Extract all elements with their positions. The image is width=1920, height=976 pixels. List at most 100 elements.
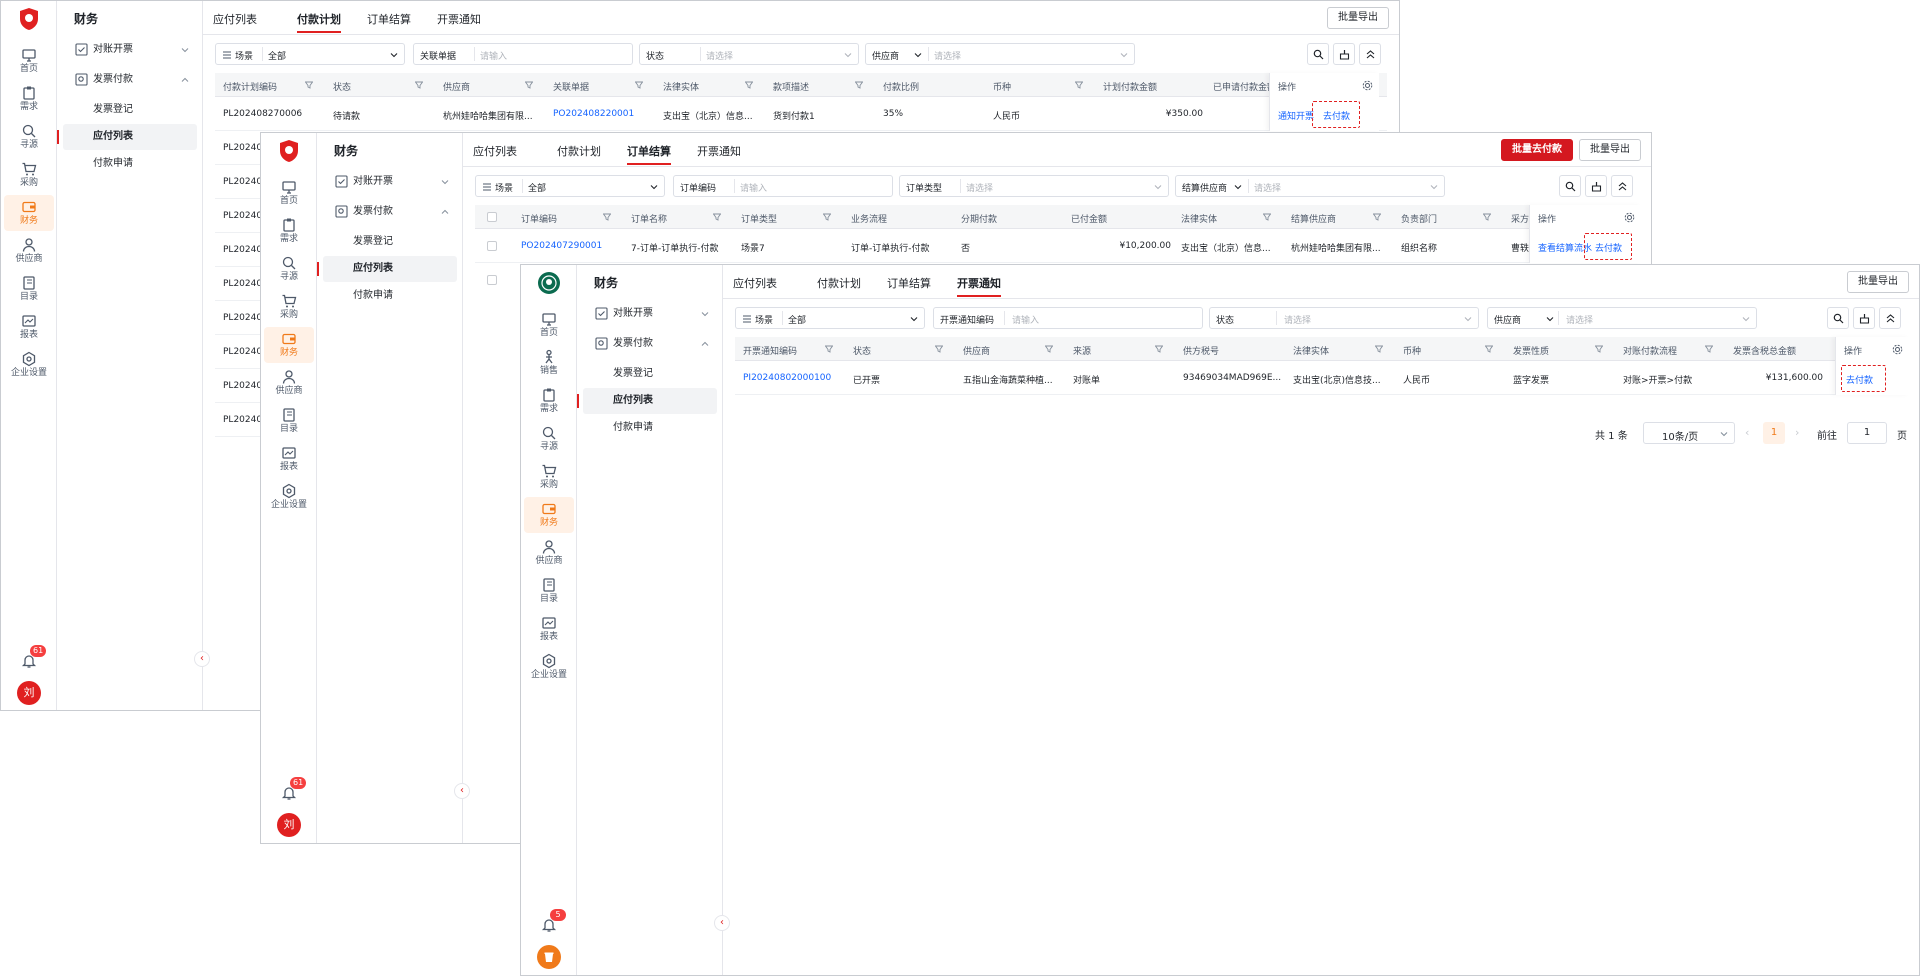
goto-page-input[interactable]: 1	[1847, 422, 1887, 444]
nav-catalog[interactable]: 目录	[4, 271, 54, 307]
notify-invoice-link[interactable]: 通知开票	[1278, 109, 1314, 122]
filter-icon[interactable]	[415, 81, 423, 89]
clear-button[interactable]	[1853, 307, 1875, 329]
filter-icon[interactable]	[745, 81, 753, 89]
filter-icon[interactable]	[1705, 345, 1713, 353]
filter-icon[interactable]	[1263, 213, 1271, 221]
nav-report[interactable]: 报表	[264, 441, 314, 477]
supplier-select[interactable]: 供应商 请选择	[1487, 307, 1757, 329]
menu-group-reconcile[interactable]: 对账开票	[583, 301, 717, 327]
menu-item-payment-request[interactable]: 付款申请	[323, 283, 457, 309]
page-size-select[interactable]: 10条/页	[1643, 422, 1735, 444]
tab-payment-plan[interactable]: 付款计划	[297, 11, 341, 33]
settlement-supplier-select[interactable]: 结算供应商 请选择	[1175, 175, 1445, 197]
nav-sales[interactable]: 销售	[524, 345, 574, 381]
tab-payable-list[interactable]: 应付列表	[733, 275, 777, 291]
menu-item-payment-request[interactable]: 付款申请	[583, 415, 717, 441]
tab-invoice-notice[interactable]: 开票通知	[437, 11, 481, 27]
nav-settings[interactable]: 企业设置	[4, 347, 54, 383]
filter-icon[interactable]	[1375, 345, 1383, 353]
order-code-link[interactable]: PO202407290001	[521, 241, 602, 251]
filter-icon[interactable]	[305, 81, 313, 89]
invoice-notice-code-input[interactable]: 开票通知编码 请输入	[933, 307, 1203, 329]
invoice-notice-code-link[interactable]: PI20240802000100	[743, 373, 831, 383]
nav-settings[interactable]: 企业设置	[524, 649, 574, 685]
avatar[interactable]: 刘	[17, 681, 41, 705]
tab-order-settlement[interactable]: 订单结算	[627, 143, 671, 165]
search-button[interactable]	[1559, 175, 1581, 197]
prev-page-button[interactable]: ‹	[1745, 426, 1749, 439]
table-row[interactable]: PO202407290001 7-订单-订单执行-付款 场景7 订单-订单执行-…	[475, 229, 1639, 263]
nav-sourcing[interactable]: 寻源	[4, 119, 54, 155]
filter-icon[interactable]	[603, 213, 611, 221]
nav-demand[interactable]: 需求	[524, 383, 574, 419]
avatar[interactable]	[537, 945, 561, 969]
avatar[interactable]: 刘	[277, 813, 301, 837]
nav-home[interactable]: 首页	[524, 307, 574, 343]
nav-demand[interactable]: 需求	[264, 213, 314, 249]
menu-group-invoice-payment[interactable]: 发票付款	[583, 331, 717, 357]
table-row[interactable]: PI20240802000100 已开票 五指山金海蔬菜种植... 对账单 93…	[735, 361, 1907, 395]
nav-demand[interactable]: 需求	[4, 81, 54, 117]
tab-order-settlement[interactable]: 订单结算	[887, 275, 931, 291]
batch-pay-button[interactable]: 批量去付款	[1501, 139, 1573, 161]
scene-select[interactable]: 场景 全部	[475, 175, 665, 197]
collapse-filter-button[interactable]	[1879, 307, 1901, 329]
filter-icon[interactable]	[1373, 213, 1381, 221]
clear-button[interactable]	[1333, 43, 1355, 65]
filter-icon[interactable]	[713, 213, 721, 221]
nav-supplier[interactable]: 供应商	[264, 365, 314, 401]
filter-icon[interactable]	[1155, 345, 1163, 353]
nav-catalog[interactable]: 目录	[524, 573, 574, 609]
clear-button[interactable]	[1585, 175, 1607, 197]
nav-catalog[interactable]: 目录	[264, 403, 314, 439]
nav-home[interactable]: 首页	[264, 175, 314, 211]
tab-payment-plan[interactable]: 付款计划	[557, 143, 601, 159]
page-number-current[interactable]: 1	[1763, 422, 1785, 444]
filter-icon[interactable]	[1595, 345, 1603, 353]
row-checkbox[interactable]	[487, 241, 497, 251]
status-select[interactable]: 状态 请选择	[1209, 307, 1479, 329]
nav-purchase[interactable]: 采购	[264, 289, 314, 325]
filter-icon[interactable]	[1485, 345, 1493, 353]
related-doc-input[interactable]: 关联单据 请输入	[413, 43, 633, 65]
menu-item-payable-list[interactable]: 应付列表	[317, 256, 457, 282]
menu-item-invoice-register[interactable]: 发票登记	[323, 229, 457, 255]
nav-home[interactable]: 首页	[4, 43, 54, 79]
select-all-checkbox[interactable]	[487, 212, 497, 222]
export-button[interactable]: 批量导出	[1847, 271, 1909, 293]
nav-finance[interactable]: 财务	[264, 327, 314, 363]
menu-group-reconcile[interactable]: 对账开票	[323, 169, 457, 195]
related-doc-link[interactable]: PO202408220001	[553, 109, 634, 119]
nav-sourcing[interactable]: 寻源	[264, 251, 314, 287]
gear-icon[interactable]	[1362, 80, 1373, 91]
menu-group-invoice-payment[interactable]: 发票付款	[323, 199, 457, 225]
menu-item-invoice-register[interactable]: 发票登记	[63, 97, 197, 123]
filter-icon[interactable]	[935, 345, 943, 353]
supplier-select[interactable]: 供应商 请选择	[865, 43, 1135, 65]
export-button[interactable]: 批量导出	[1327, 7, 1389, 29]
next-page-button[interactable]: ›	[1795, 426, 1799, 439]
table-row[interactable]: PL202408270006 待请款 杭州娃哈哈集团有限... PO202408…	[215, 97, 1387, 131]
nav-report[interactable]: 报表	[4, 309, 54, 345]
menu-item-payable-list[interactable]: 应付列表	[57, 124, 197, 150]
menu-item-invoice-register[interactable]: 发票登记	[583, 361, 717, 387]
nav-purchase[interactable]: 采购	[524, 459, 574, 495]
filter-icon[interactable]	[1075, 81, 1083, 89]
filter-icon[interactable]	[825, 345, 833, 353]
filter-icon[interactable]	[1045, 345, 1053, 353]
nav-settings[interactable]: 企业设置	[264, 479, 314, 515]
row-checkbox[interactable]	[487, 275, 497, 285]
order-type-select[interactable]: 订单类型 请选择	[899, 175, 1169, 197]
menu-group-invoice-payment[interactable]: 发票付款	[63, 67, 197, 93]
tab-order-settlement[interactable]: 订单结算	[367, 11, 411, 27]
tab-payable-list[interactable]: 应付列表	[213, 11, 257, 27]
filter-icon[interactable]	[635, 81, 643, 89]
scene-select[interactable]: 场景 全部	[215, 43, 405, 65]
filter-icon[interactable]	[1483, 213, 1491, 221]
scene-select[interactable]: 场景 全部	[735, 307, 925, 329]
nav-supplier[interactable]: 供应商	[4, 233, 54, 269]
tab-payment-plan[interactable]: 付款计划	[817, 275, 861, 291]
gear-icon[interactable]	[1624, 212, 1635, 223]
nav-finance[interactable]: 财务	[4, 195, 54, 231]
